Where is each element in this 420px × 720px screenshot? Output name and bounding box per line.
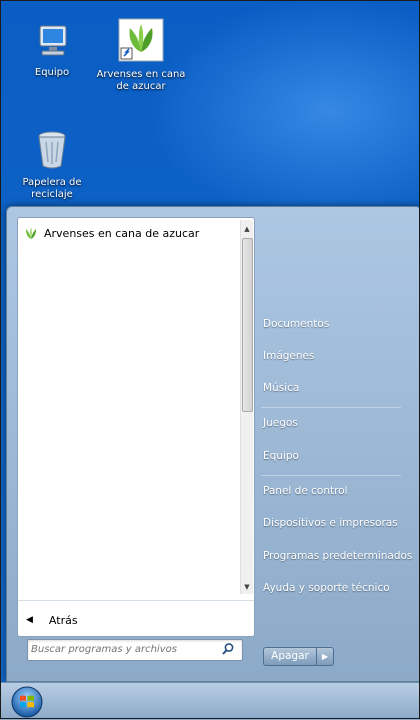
desktop-icon-equipo[interactable]: Equipo — [7, 20, 97, 79]
menu-item-musica[interactable]: Música — [263, 379, 299, 397]
programs-scrollbar[interactable]: ▲ ▼ — [240, 220, 253, 594]
plant-app-icon — [118, 18, 164, 62]
windows-orb-icon[interactable] — [10, 685, 44, 719]
desktop-icon-label: Equipo — [34, 67, 70, 78]
search-icon[interactable] — [221, 642, 235, 656]
menu-item-equipo[interactable]: Equipo — [263, 447, 299, 465]
desktop-icon-papelera[interactable]: Papelera de reciclaje — [7, 130, 97, 201]
menu-item-imagenes[interactable]: Imágenes — [263, 347, 314, 365]
divider — [18, 600, 254, 601]
scroll-down-arrow-icon[interactable]: ▼ — [243, 582, 251, 592]
desktop-icon-label: Arvenses en cana de azucar — [96, 69, 186, 92]
menu-item-programas-predeterminados[interactable]: Programas predeterminados — [263, 547, 412, 565]
separator — [261, 475, 401, 476]
programs-pane: Arvenses en cana de azucar ▲ ▼ ◀ Atrás — [17, 217, 255, 637]
menu-item-documentos[interactable]: Documentos — [263, 315, 329, 333]
program-item-arvenses[interactable]: Arvenses en cana de azucar — [24, 224, 199, 242]
recycle-bin-icon — [38, 131, 66, 169]
start-menu: Arvenses en cana de azucar ▲ ▼ ◀ Atrás D… — [6, 206, 420, 682]
menu-item-panel-control[interactable]: Panel de control — [263, 482, 348, 500]
search-box[interactable] — [27, 639, 243, 661]
shutdown-button[interactable]: Apagar — [263, 647, 317, 666]
back-label: Atrás — [48, 613, 78, 627]
program-item-label: Arvenses en cana de azucar — [44, 226, 200, 240]
back-button[interactable]: ◀ Atrás — [26, 611, 78, 629]
desktop-icon-arvenses[interactable]: Arvenses en cana de azucar — [96, 18, 186, 93]
computer-icon — [39, 25, 67, 56]
scrollbar-thumb[interactable] — [242, 238, 253, 412]
desktop-icon-label: Papelera de reciclaje — [22, 177, 82, 200]
taskbar — [0, 682, 420, 720]
menu-item-ayuda[interactable]: Ayuda y soporte técnico — [263, 579, 390, 597]
shutdown-options-arrow-icon[interactable]: ▶ — [317, 647, 334, 666]
shutdown-control: Apagar ▶ — [263, 647, 334, 666]
search-input[interactable] — [31, 641, 211, 657]
back-arrow-icon: ◀ — [26, 615, 33, 625]
separator — [261, 407, 401, 408]
menu-item-juegos[interactable]: Juegos — [263, 414, 298, 432]
menu-item-dispositivos[interactable]: Dispositivos e impresoras — [263, 514, 398, 532]
scroll-up-arrow-icon[interactable]: ▲ — [243, 224, 251, 234]
plant-app-icon — [26, 227, 36, 239]
